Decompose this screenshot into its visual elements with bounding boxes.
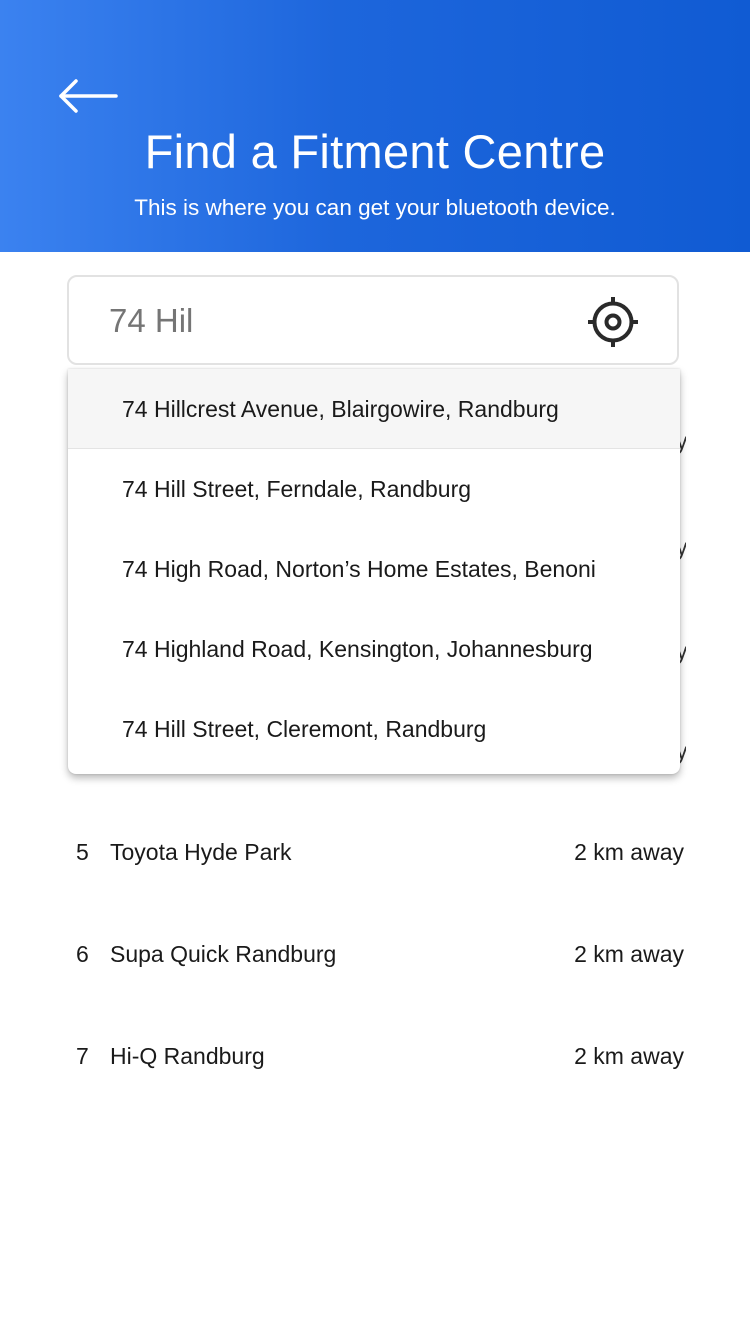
search-box: [67, 275, 679, 365]
result-distance: 2 km away: [574, 1043, 684, 1069]
result-distance: 2 km away: [574, 941, 684, 967]
result-index: 7: [76, 1043, 89, 1069]
result-name: Toyota Hyde Park: [110, 839, 292, 865]
page-title: Find a Fitment Centre: [144, 125, 606, 178]
crosshair-location-icon: [588, 297, 638, 347]
result-name: Hi-Q Randburg: [110, 1043, 265, 1069]
suggestion-item[interactable]: 74 High Road, Norton’s Home Estates, Ben…: [68, 529, 680, 609]
result-index: 5: [76, 839, 89, 865]
list-item[interactable]: 7 Hi-Q Randburg 2 km away: [0, 1036, 750, 1076]
result-index: 6: [76, 941, 89, 967]
list-item[interactable]: 6 Supa Quick Randburg 2 km away: [0, 934, 750, 974]
suggestion-item[interactable]: 74 Hillcrest Avenue, Blairgowire, Randbu…: [68, 369, 680, 449]
header: Find a Fitment Centre This is where you …: [0, 0, 750, 252]
suggestion-item[interactable]: 74 Highland Road, Kensington, Johannesbu…: [68, 609, 680, 689]
search-input[interactable]: [109, 299, 569, 343]
result-distance: 2 km away: [574, 839, 684, 865]
suggestion-item[interactable]: 74 Hill Street, Ferndale, Randburg: [68, 449, 680, 529]
back-button[interactable]: [52, 70, 124, 122]
locate-button[interactable]: [586, 295, 640, 349]
suggestion-item[interactable]: 74 Hill Street, Cleremont, Randburg: [68, 689, 680, 769]
arrow-left-icon: [59, 79, 118, 113]
result-name: Supa Quick Randburg: [110, 941, 337, 967]
page-subtitle: This is where you can get your bluetooth…: [134, 195, 616, 220]
suggestions-dropdown: 74 Hillcrest Avenue, Blairgowire, Randbu…: [68, 369, 680, 774]
list-item[interactable]: 5 Toyota Hyde Park 2 km away: [0, 832, 750, 872]
